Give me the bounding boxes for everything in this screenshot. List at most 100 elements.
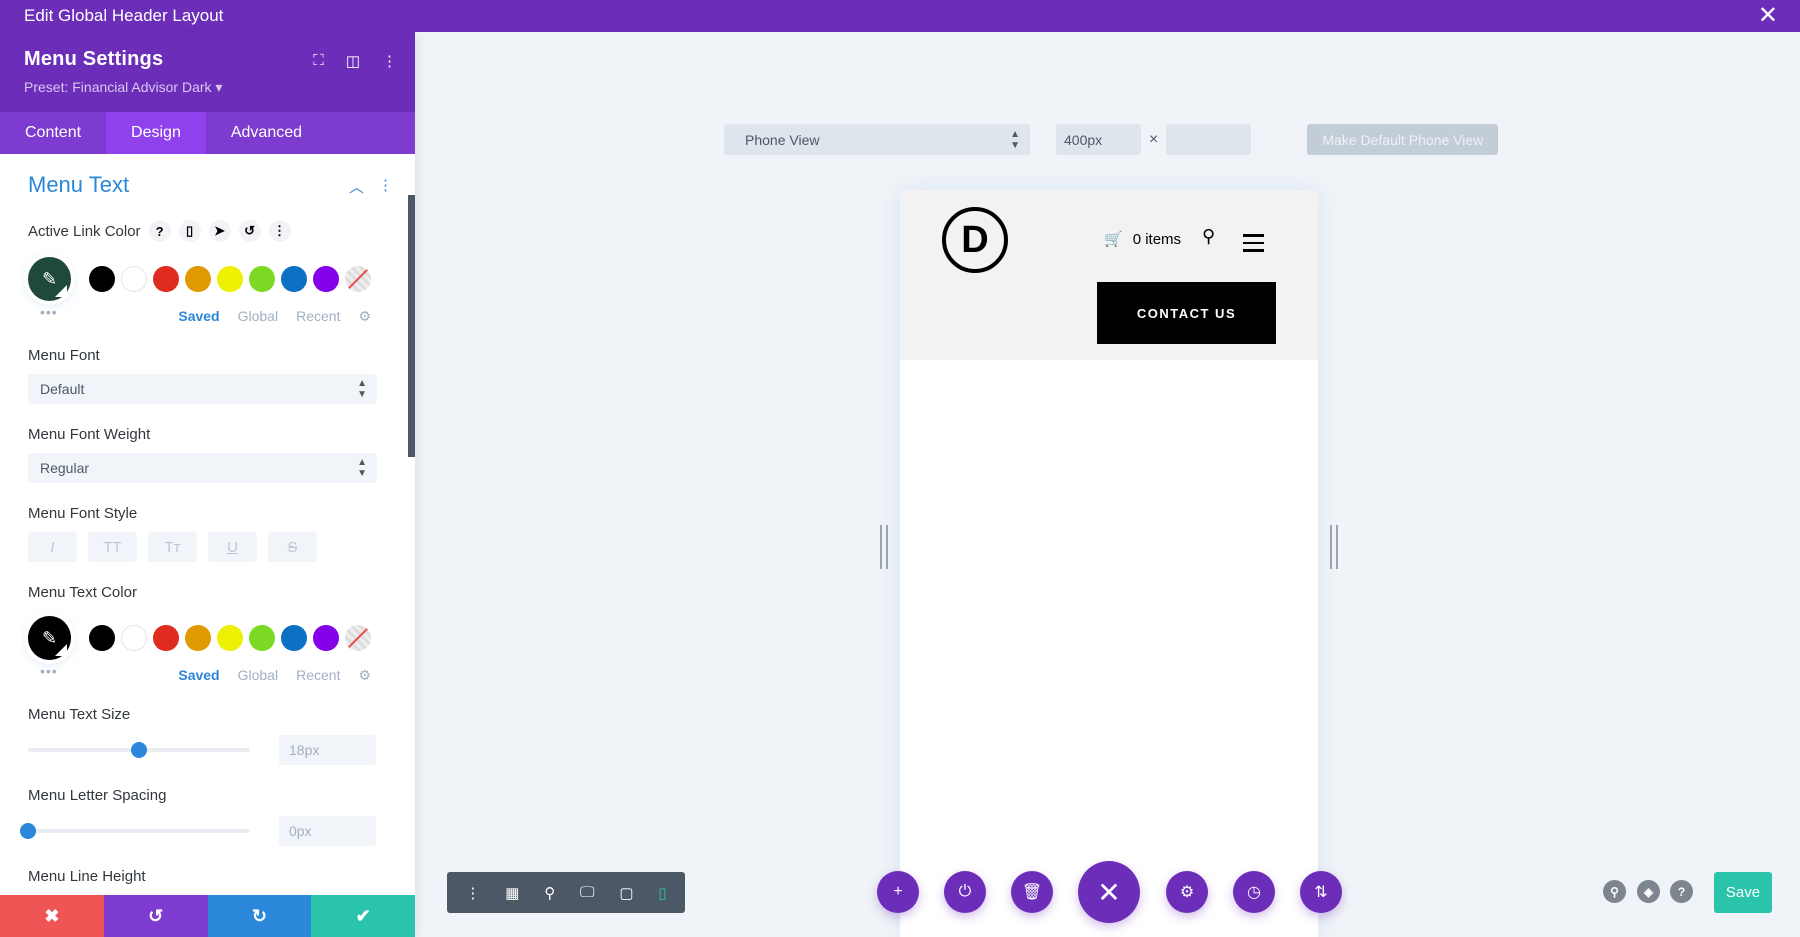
menu-font-label: Menu Font (28, 347, 100, 364)
hover-icon[interactable]: ➤ (208, 220, 231, 242)
help-icon[interactable]: ? (148, 220, 171, 242)
reorder-button[interactable]: ⇅ (1300, 871, 1342, 913)
swatch-orange[interactable] (185, 625, 211, 651)
select-arrows-icon: ▲ ▼ (357, 378, 367, 400)
hamburger-menu-icon[interactable] (1243, 234, 1264, 257)
search-icon[interactable]: ⚲ (1202, 226, 1215, 247)
desktop-icon[interactable]: 🖵 (580, 884, 594, 901)
menu-text-size-slider[interactable] (28, 742, 250, 758)
menu-icon[interactable]: ⋮ (465, 884, 480, 902)
more-colors-icon[interactable]: ••• (40, 663, 58, 679)
menu-letter-spacing-control: 0px (20, 816, 377, 846)
more-options-icon[interactable]: ⋮ (382, 52, 397, 70)
swatch-blue[interactable] (281, 266, 307, 292)
section-menu-icon[interactable]: ⋮ (378, 176, 393, 197)
swatch-green[interactable] (249, 625, 275, 651)
view-mode-select[interactable]: Phone View ▲ ▼ (724, 124, 1030, 155)
resize-handle-left[interactable] (880, 525, 888, 569)
tab-design[interactable]: Design (106, 112, 206, 154)
swatch-yellow[interactable] (217, 266, 243, 292)
tab-content[interactable]: Content (0, 112, 106, 154)
swatch-red[interactable] (153, 266, 179, 292)
swatch-none[interactable] (345, 266, 371, 292)
portability-button[interactable]: ⏻ (944, 871, 986, 913)
preset-dropdown[interactable]: Preset: Financial Advisor Dark ▾ (24, 79, 391, 96)
color-picker[interactable]: ✎ (28, 257, 72, 301)
swatch-orange[interactable] (185, 266, 211, 292)
tab-advanced[interactable]: Advanced (206, 112, 327, 154)
history-button[interactable]: ◷ (1233, 871, 1275, 913)
slider-knob[interactable] (20, 823, 36, 839)
color-picker[interactable]: ✎ (28, 616, 72, 660)
swatch-purple[interactable] (313, 625, 339, 651)
swatch-white[interactable] (121, 266, 147, 292)
contact-us-button[interactable]: CONTACT US (1097, 282, 1276, 344)
uppercase-button[interactable]: TT (88, 532, 137, 562)
search-icon[interactable]: ⚲ (1603, 880, 1626, 903)
swatch-tab-saved[interactable]: Saved (178, 667, 219, 684)
panel-scrollbar[interactable] (408, 195, 415, 457)
menu-font-weight-select[interactable]: Regular ▲ ▼ (28, 453, 377, 483)
gear-icon[interactable]: ⚙ (358, 308, 371, 325)
font-style-buttons: I TT Tт U S (28, 532, 377, 562)
capitalize-button[interactable]: Tт (148, 532, 197, 562)
swatch-green[interactable] (249, 266, 275, 292)
more-colors-icon[interactable]: ••• (40, 304, 58, 320)
redo-button[interactable]: ↻ (207, 895, 312, 937)
responsive-icon[interactable]: ▯ (178, 220, 201, 242)
underline-button[interactable]: U (208, 532, 257, 562)
discard-button[interactable]: ✖ (0, 895, 104, 937)
add-button[interactable]: + (877, 871, 919, 913)
swatch-black[interactable] (89, 625, 115, 651)
swatch-none[interactable] (345, 625, 371, 651)
zoom-icon[interactable]: ⚲ (544, 884, 555, 902)
undo-button[interactable]: ↺ (103, 895, 208, 937)
page-settings-button[interactable]: ⚙ (1166, 871, 1208, 913)
wireframe-icon[interactable]: ▦ (505, 884, 519, 902)
panel-body: Menu Text ︿ ⋮ Active Link Color ? ▯ ➤ ↺ ⋮… (0, 154, 405, 895)
swatch-red[interactable] (153, 625, 179, 651)
fullscreen-icon[interactable]: ⛶ (313, 52, 324, 70)
close-builder-button[interactable]: ✕ (1078, 861, 1140, 923)
option-menu-icon[interactable]: ⋮ (268, 220, 291, 242)
swatch-black[interactable] (89, 266, 115, 292)
menu-letter-spacing-slider[interactable] (20, 823, 250, 839)
section-header[interactable]: Menu Text ︿ ⋮ (28, 172, 393, 198)
swatch-yellow[interactable] (217, 625, 243, 651)
make-default-view-button[interactable]: Make Default Phone View (1307, 124, 1499, 155)
close-icon[interactable]: ✕ (1758, 4, 1778, 28)
swatch-tab-global[interactable]: Global (238, 667, 278, 684)
swatch-tab-global[interactable]: Global (238, 308, 278, 325)
menu-text-size-input[interactable]: 18px (279, 735, 376, 765)
clear-layout-button[interactable]: 🗑 (1011, 871, 1053, 913)
phone-icon[interactable]: ▯ (658, 884, 666, 902)
swatch-blue[interactable] (281, 625, 307, 651)
swatch-purple[interactable] (313, 266, 339, 292)
save-changes-button[interactable]: ✔ (311, 895, 415, 937)
swatch-white[interactable] (121, 625, 147, 651)
layers-icon[interactable]: ◈ (1637, 880, 1660, 903)
gear-icon[interactable]: ⚙ (358, 667, 371, 684)
menu-font-weight-value: Regular (40, 460, 90, 476)
help-icon[interactable]: ? (1670, 880, 1693, 903)
split-view-icon[interactable]: ◫ (346, 52, 360, 70)
chevron-up-icon[interactable]: ︿ (349, 176, 364, 197)
width-input[interactable]: 400px (1056, 124, 1141, 155)
save-button[interactable]: Save (1714, 872, 1772, 913)
logo[interactable]: D (942, 207, 1008, 273)
cart-link[interactable]: 🛒 0 items (1104, 230, 1181, 249)
swatch-tab-saved[interactable]: Saved (178, 308, 219, 325)
tablet-icon[interactable]: ▢ (619, 884, 633, 902)
menu-letter-spacing-input[interactable]: 0px (279, 816, 376, 846)
strikethrough-button[interactable]: S (268, 532, 317, 562)
reset-icon[interactable]: ↺ (238, 220, 261, 242)
height-input[interactable] (1166, 124, 1252, 155)
swatch-tabs: ••• Saved Global Recent ⚙ (28, 663, 377, 684)
slider-knob[interactable] (131, 742, 147, 758)
swatch-tab-recent[interactable]: Recent (296, 308, 340, 325)
italic-button[interactable]: I (28, 532, 77, 562)
menu-font-select[interactable]: Default ▲ ▼ (28, 374, 377, 404)
swatch-tab-recent[interactable]: Recent (296, 667, 340, 684)
resize-handle-right[interactable] (1330, 525, 1338, 569)
active-link-color-label: Active Link Color ? ▯ ➤ ↺ ⋮ (28, 220, 377, 242)
